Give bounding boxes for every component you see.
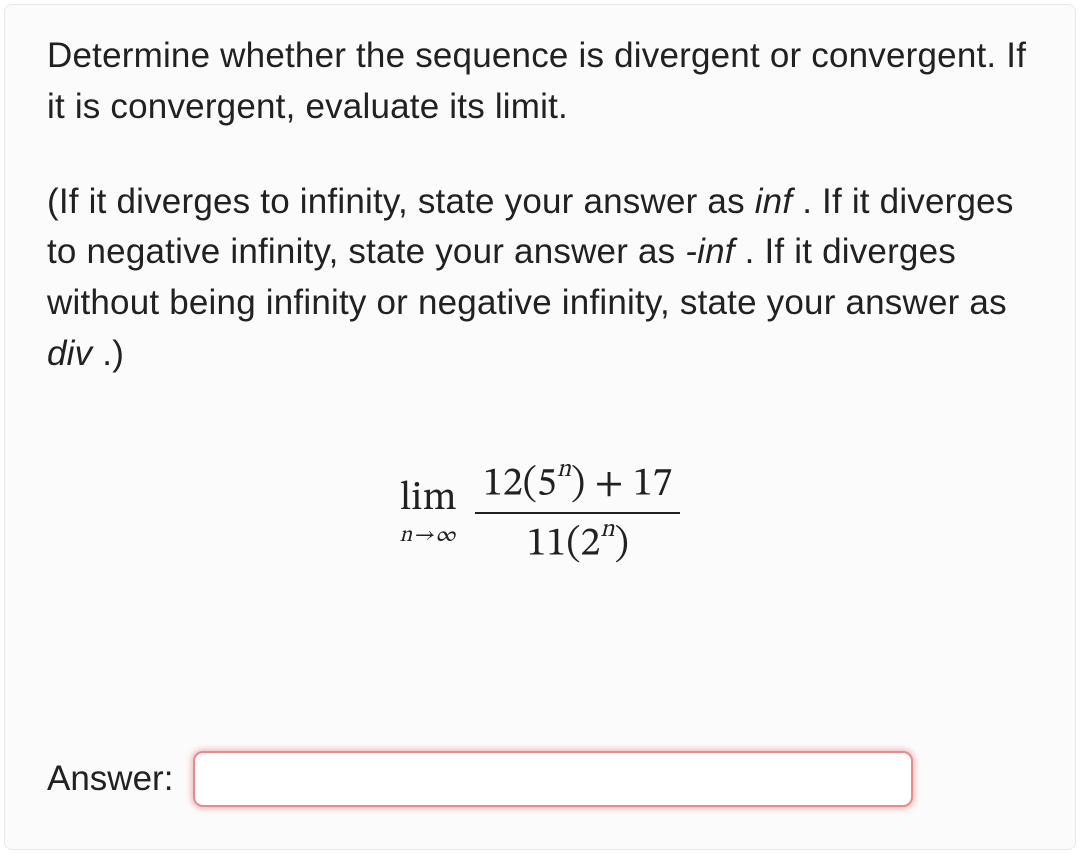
sub-inf: ∞ xyxy=(435,525,457,547)
denominator: 11(2n) xyxy=(519,520,637,566)
num-exponent: n xyxy=(557,457,571,482)
sub-n: n xyxy=(400,525,414,547)
num-part-a: 12(5 xyxy=(483,464,557,504)
keyword-inf: inf xyxy=(755,182,793,221)
text-segment: .) xyxy=(92,334,124,373)
lim-subscript: n→∞ xyxy=(400,525,458,547)
question-paragraph-1: Determine whether the sequence is diverg… xyxy=(47,31,1033,133)
question-card: Determine whether the sequence is diverg… xyxy=(4,4,1076,850)
limit-expression: lim n→∞ 12(5n) + 17 11(2n) xyxy=(47,460,1033,567)
keyword-div: div xyxy=(47,334,92,373)
question-paragraph-2: (If it diverges to infinity, state your … xyxy=(47,177,1033,380)
answer-input[interactable] xyxy=(193,751,913,807)
fraction-bar xyxy=(475,512,680,514)
text-segment: (If it diverges to infinity, state your … xyxy=(47,182,755,221)
den-part-b: ) xyxy=(615,524,629,564)
den-part-a: 11(2 xyxy=(527,524,601,564)
formula-row: lim n→∞ 12(5n) + 17 11(2n) xyxy=(400,460,681,567)
answer-row: Answer: xyxy=(47,751,913,807)
answer-label: Answer: xyxy=(47,759,173,799)
numerator: 12(5n) + 17 xyxy=(475,460,680,506)
den-exponent: n xyxy=(600,517,614,542)
num-part-b: ) + 17 xyxy=(571,464,672,504)
fraction: 12(5n) + 17 11(2n) xyxy=(475,460,680,567)
limit-operator: lim n→∞ xyxy=(400,479,458,547)
lim-text: lim xyxy=(400,479,457,519)
sub-arrow: → xyxy=(413,525,435,547)
keyword-neg-inf: -inf xyxy=(685,232,734,271)
